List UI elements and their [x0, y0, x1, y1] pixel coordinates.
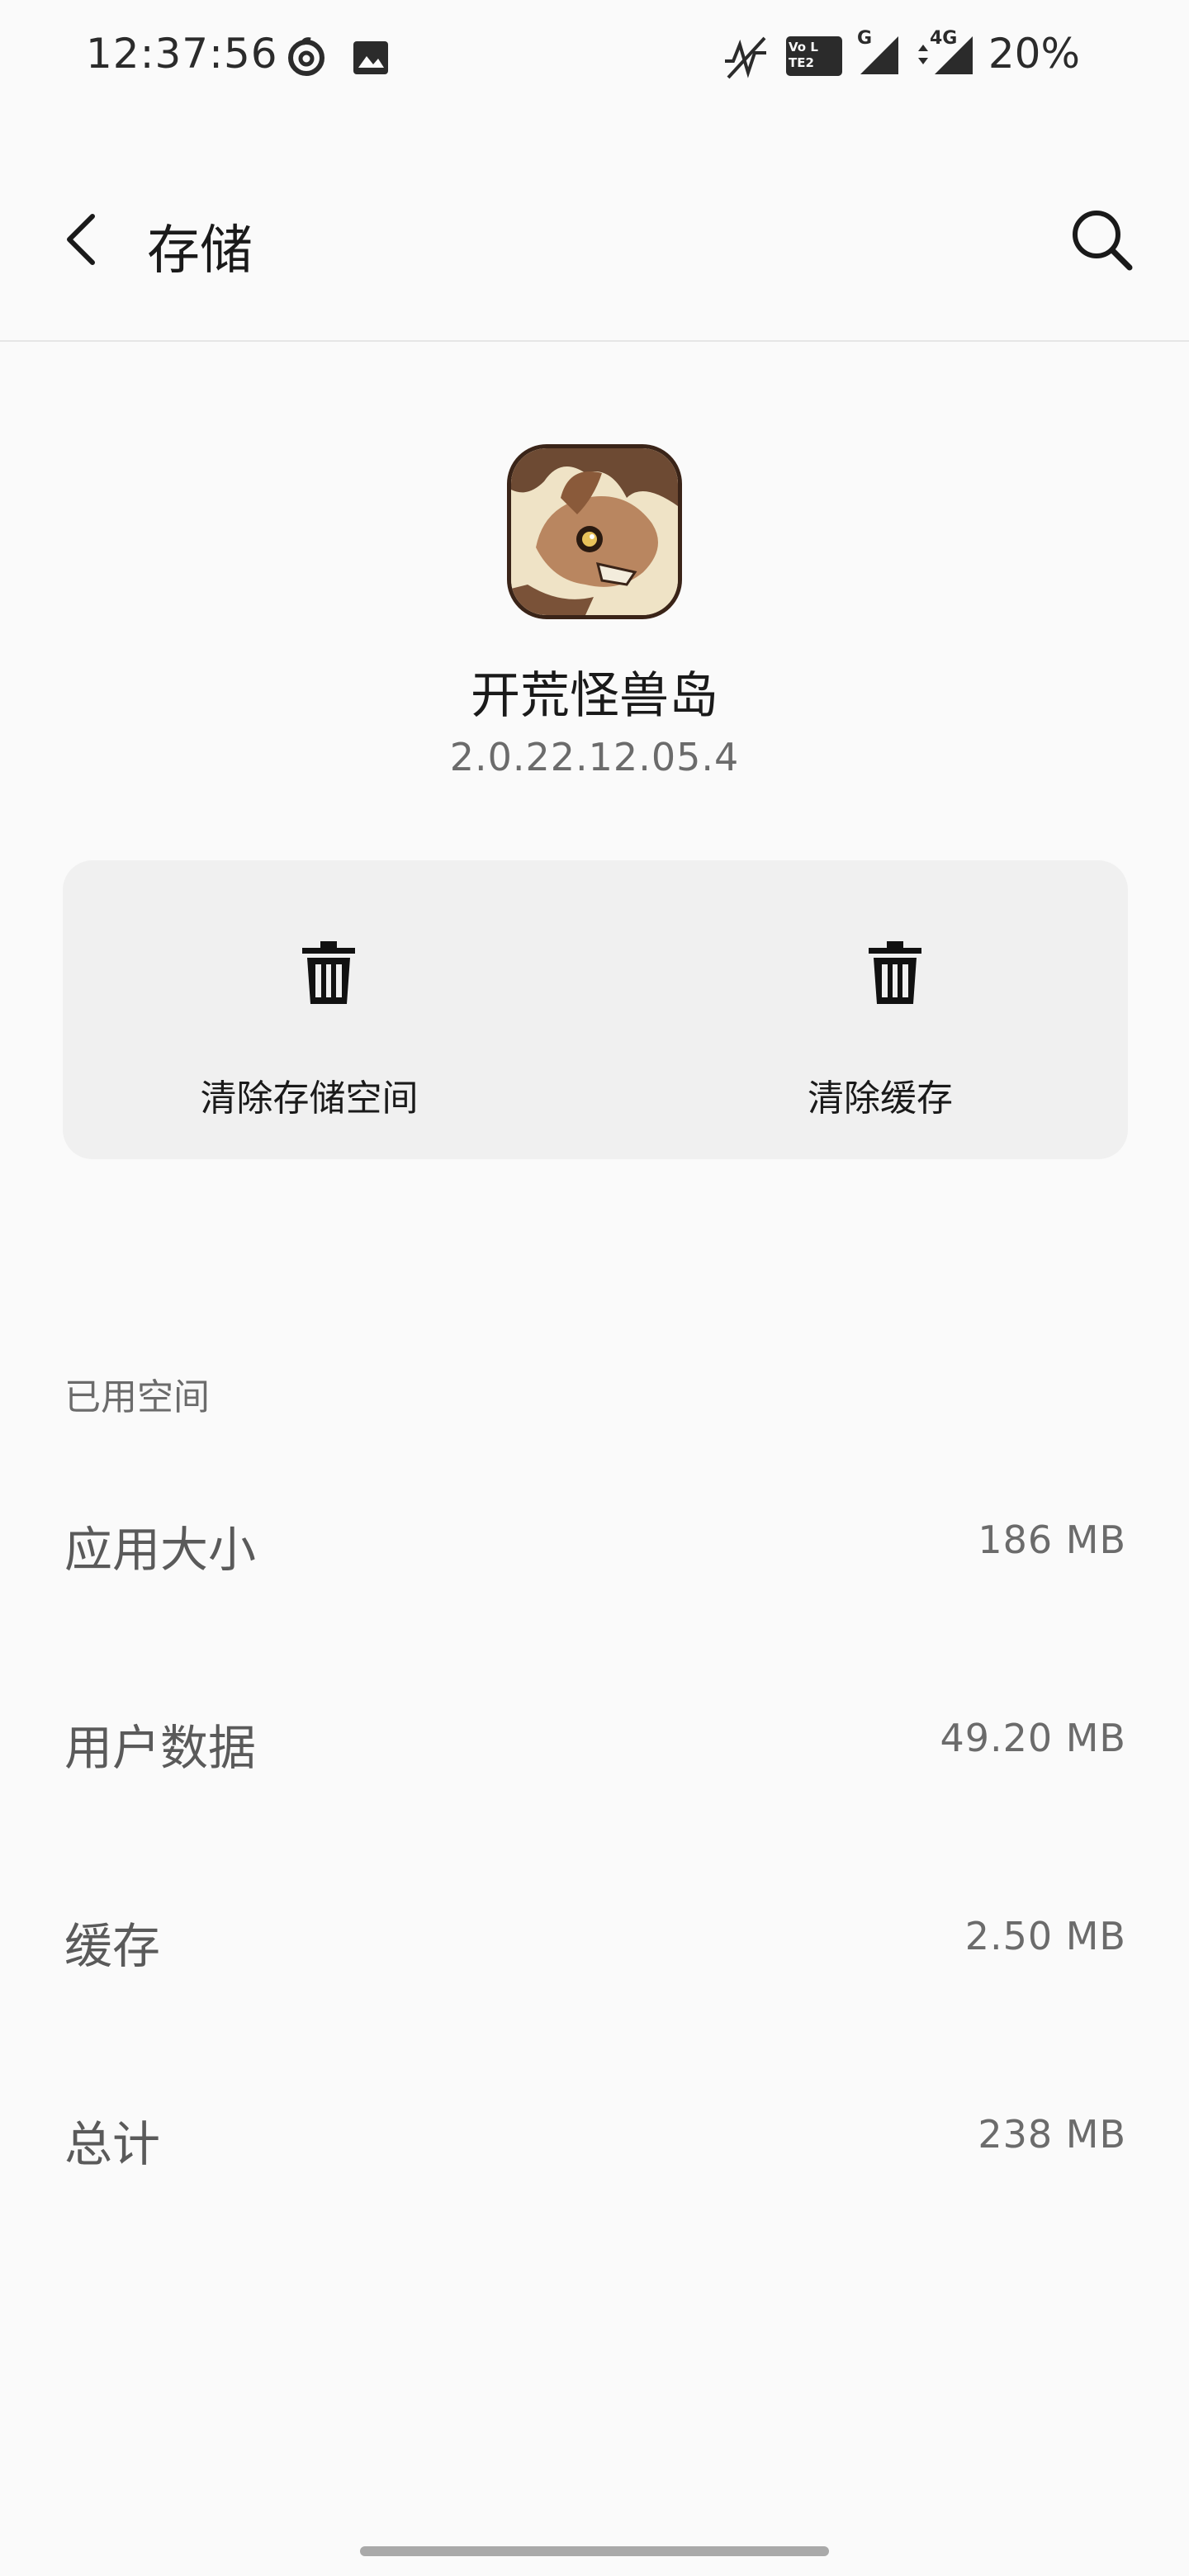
app-bar: 存储 [0, 165, 1189, 342]
signal-g-icon [860, 36, 898, 74]
row-value: 186 MB [978, 1518, 1126, 1562]
back-arrow-icon[interactable] [51, 206, 117, 272]
clear-cache-button[interactable]: 清除缓存 [595, 860, 1128, 1159]
clear-storage-label: 清除存储空间 [200, 1077, 419, 1120]
app-version: 2.0.22.12.05.4 [449, 735, 740, 779]
image-notification-icon [353, 41, 388, 74]
page-title: 存储 [147, 220, 253, 282]
status-bar: 12:37:56 Vo LTE2 G 4G 20% [0, 0, 1189, 116]
volte-label: Vo LTE2 [789, 40, 818, 70]
clear-cache-label: 清除缓存 [808, 1077, 953, 1120]
trash-icon [869, 941, 921, 1004]
app-icon [507, 444, 682, 619]
row-label: 应用大小 [64, 1522, 257, 1578]
storage-actions-card: 清除存储空间 清除缓存 [63, 860, 1128, 1159]
status-time: 12:37:56 [86, 30, 278, 78]
storage-row-total: 总计 238 MB [0, 2081, 1189, 2180]
volte-lte2-icon: Vo LTE2 [786, 36, 842, 76]
trash-icon [302, 941, 355, 1004]
gesture-navigation-bar[interactable] [360, 2546, 829, 2556]
row-label: 用户数据 [64, 1720, 257, 1776]
storage-row-cache: 缓存 2.50 MB [0, 1882, 1189, 1982]
row-value: 49.20 MB [940, 1716, 1126, 1760]
storage-row-user-data: 用户数据 49.20 MB [0, 1684, 1189, 1783]
signal-4g-icon [918, 36, 973, 74]
row-label: 缓存 [64, 1918, 161, 1974]
search-icon[interactable] [1065, 203, 1139, 277]
battery-level: 20% [988, 30, 1080, 78]
row-value: 238 MB [978, 2112, 1126, 2157]
section-header-used-space: 已用空间 [64, 1376, 210, 1418]
app-name: 开荒怪兽岛 [471, 667, 718, 725]
no-signal-icon [725, 36, 766, 79]
row-value: 2.50 MB [964, 1914, 1126, 1958]
netease-music-icon [288, 37, 324, 76]
storage-row-app-size: 应用大小 186 MB [0, 1486, 1189, 1585]
clear-storage-button[interactable]: 清除存储空间 [63, 860, 595, 1159]
row-label: 总计 [64, 2116, 161, 2172]
